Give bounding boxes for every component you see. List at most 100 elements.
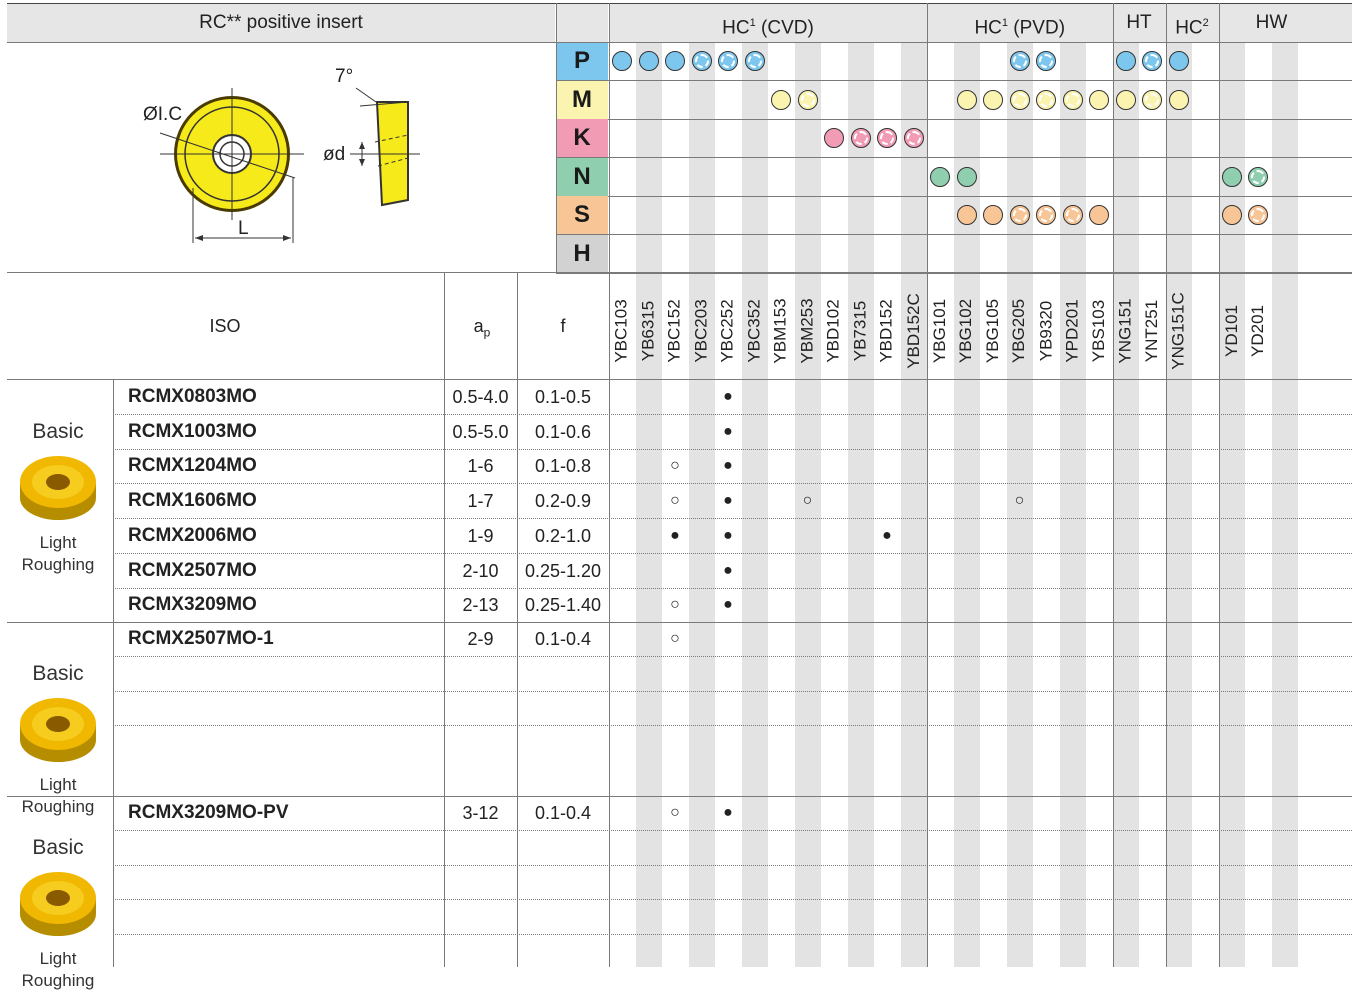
- row-mark: ●: [723, 388, 733, 405]
- row-mark: ●: [723, 804, 733, 821]
- suitability-spoke-icon: [1036, 89, 1056, 110]
- material-row-line: [556, 234, 1352, 236]
- family-name: HC: [1175, 17, 1203, 39]
- row-code: RCMX3209MO: [128, 594, 257, 616]
- grade-label: YBG105: [980, 278, 1006, 378]
- grade-text: YBM253: [797, 298, 817, 364]
- material-row-line: [556, 157, 1352, 159]
- suitability-solid-icon: [930, 166, 950, 187]
- row-f: 0.25-1.40: [524, 595, 602, 616]
- row-f: [517, 900, 609, 934]
- suitability-solid-icon: [638, 51, 659, 71]
- table-rule: [444, 272, 445, 967]
- row-code: RCMX2507MO-1: [128, 628, 274, 649]
- family-name: HT: [1126, 12, 1152, 33]
- row-code: RCMX3209MO-PV: [128, 802, 289, 823]
- f-header: f: [560, 316, 566, 336]
- suitability-spoke-icon: [877, 128, 897, 149]
- suitability-solid-icon: [1089, 205, 1109, 226]
- suitability-solid-icon: [771, 89, 791, 110]
- label-l: L: [238, 218, 249, 239]
- row-f: 0.1-0.6: [534, 421, 592, 442]
- grade-label: YBC152: [662, 278, 688, 378]
- row-mark: ○: [802, 492, 813, 510]
- grade-text: YB6315: [638, 300, 658, 362]
- grade-label: YD101: [1219, 278, 1245, 378]
- suitability-spoke-icon: [1036, 51, 1056, 71]
- column-stripe: [900, 42, 927, 967]
- grade-text: YPD201: [1062, 299, 1082, 363]
- grade-label: YD201: [1245, 278, 1271, 378]
- group-title: Basic: [32, 836, 84, 859]
- suitability-spoke-icon: [1062, 89, 1083, 110]
- column-stripe: [635, 42, 662, 967]
- table-rule: [113, 380, 114, 967]
- suitability-solid-icon: [1221, 205, 1242, 226]
- group-label: Basic Light Roughing: [8, 836, 108, 992]
- label-d: ød: [323, 144, 346, 165]
- row-mark: ●: [723, 492, 733, 510]
- grade-text: YBC352: [744, 299, 764, 363]
- row-f: 0.1-0.4: [534, 629, 592, 649]
- row-ap: [444, 935, 517, 969]
- row-code: RCMX1606MO: [128, 490, 257, 512]
- grade-text: YBC203: [691, 299, 711, 363]
- suitability-spoke-icon: [1248, 205, 1268, 226]
- row-f: 0.1-0.5: [534, 387, 592, 407]
- family-sup: 2: [1202, 17, 1209, 29]
- table-rule: [927, 3, 928, 967]
- material-row-line: [556, 273, 1352, 274]
- row-mark: ●: [723, 457, 733, 475]
- suitability-spoke-icon: [1009, 89, 1030, 110]
- row-ap: [444, 657, 517, 691]
- suitability-solid-icon: [956, 166, 977, 187]
- table-rule: [7, 272, 1352, 273]
- grade-label: YBD102: [821, 278, 847, 378]
- grade-label: YBM153: [768, 278, 794, 378]
- grade-text: YBC152: [665, 299, 685, 363]
- grade-label: YPD201: [1060, 278, 1086, 378]
- grade-label: YBC103: [609, 278, 635, 378]
- suitability-spoke-icon: [1009, 205, 1030, 226]
- suitability-solid-icon: [1168, 89, 1189, 110]
- family-header: HC1 (PVD): [927, 4, 1113, 47]
- group-title: Basic: [32, 420, 84, 443]
- suitability-spoke-icon: [850, 128, 871, 149]
- suitability-solid-icon: [983, 89, 1003, 110]
- row-ap: 3-12: [462, 803, 499, 823]
- row-f: 0.1-0.4: [534, 803, 592, 823]
- family-header: HC1 (CVD): [609, 4, 927, 47]
- row-mark: ○: [670, 630, 680, 647]
- row-ap: [444, 726, 517, 760]
- row-mark: ○: [670, 457, 680, 475]
- family-header: HT: [1113, 4, 1166, 42]
- row-code: RCMX2006MO: [128, 524, 257, 546]
- grade-label: YBM253: [795, 278, 821, 378]
- row-mark: ●: [723, 422, 733, 440]
- suitability-solid-icon: [1115, 89, 1136, 110]
- suitability-solid-icon: [1089, 89, 1109, 110]
- row-ap: [444, 831, 517, 865]
- column-stripe: [1112, 42, 1139, 967]
- grade-label: YBG205: [1007, 278, 1033, 378]
- grade-label: YB9320: [1033, 278, 1059, 378]
- material-k: K: [556, 119, 608, 158]
- insert-icon: [18, 864, 98, 944]
- group-title: Basic: [32, 662, 84, 685]
- table-rule: [556, 3, 557, 273]
- family-suffix: (CVD): [755, 17, 814, 39]
- suitability-spoke-icon: [718, 51, 738, 71]
- column-stripe: [688, 42, 715, 967]
- family-name: HC: [974, 17, 1002, 39]
- suitability-spoke-icon: [1062, 205, 1083, 226]
- grade-label: YBG101: [927, 278, 953, 378]
- suitability-solid-icon: [612, 51, 632, 71]
- suitability-spoke-icon: [1248, 166, 1268, 187]
- family-header: HW: [1219, 4, 1325, 42]
- ap-header-main: a: [473, 316, 484, 336]
- row-ap: 0.5-5.0: [452, 421, 509, 442]
- suitability-solid-icon: [1168, 51, 1189, 71]
- suitability-spoke-icon: [1036, 205, 1056, 226]
- iso-header: ISO: [209, 316, 241, 336]
- row-ap: 2-13: [462, 595, 499, 616]
